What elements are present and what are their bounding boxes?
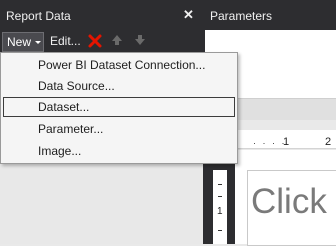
ruler-tick bbox=[218, 196, 222, 197]
vertical-ruler: 1 bbox=[213, 170, 227, 244]
menu-item-label: Dataset... bbox=[38, 100, 90, 114]
menu-item-label: Data Source... bbox=[38, 79, 115, 93]
new-dropdown-menu: Power BI Dataset Connection... Data Sour… bbox=[0, 52, 238, 164]
menu-item-label: Power BI Dataset Connection... bbox=[38, 58, 206, 72]
parameters-title-bar: Parameters bbox=[205, 0, 336, 30]
menu-item-data-source[interactable]: Data Source... bbox=[3, 76, 235, 96]
title-placeholder-text: Click t bbox=[251, 182, 336, 221]
move-down-arrow-icon[interactable] bbox=[133, 33, 147, 47]
move-up-arrow-icon[interactable] bbox=[110, 33, 124, 47]
edit-button[interactable]: Edit... bbox=[50, 34, 81, 48]
delete-icon[interactable] bbox=[86, 32, 104, 50]
report-data-title: Report Data bbox=[6, 9, 71, 23]
parameters-title: Parameters bbox=[210, 9, 273, 23]
ruler-number-2: 2 bbox=[325, 136, 332, 148]
vertical-ruler-number: 1 bbox=[217, 206, 223, 217]
ruler-dots: · · · · bbox=[253, 138, 287, 148]
menu-item-dataset[interactable]: Dataset... bbox=[3, 97, 235, 117]
close-icon[interactable]: ✕ bbox=[183, 7, 194, 23]
ruler-number-1: 1 bbox=[283, 136, 290, 148]
menu-item-label: Parameter... bbox=[38, 122, 104, 136]
menu-item-parameter[interactable]: Parameter... bbox=[3, 119, 235, 139]
ruler-tick bbox=[218, 230, 222, 231]
report-data-title-bar: Report Data ✕ bbox=[0, 0, 203, 30]
chevron-down-icon bbox=[35, 41, 41, 44]
menu-item-image[interactable]: Image... bbox=[3, 141, 235, 161]
new-dropdown-button[interactable]: New bbox=[2, 32, 44, 52]
report-data-toolbar: New Edit... bbox=[0, 30, 203, 54]
new-button-label: New bbox=[7, 35, 32, 49]
ruler-tick bbox=[218, 184, 222, 185]
menu-item-label: Image... bbox=[38, 144, 82, 158]
menu-item-power-bi-dataset-connection[interactable]: Power BI Dataset Connection... bbox=[3, 55, 235, 75]
